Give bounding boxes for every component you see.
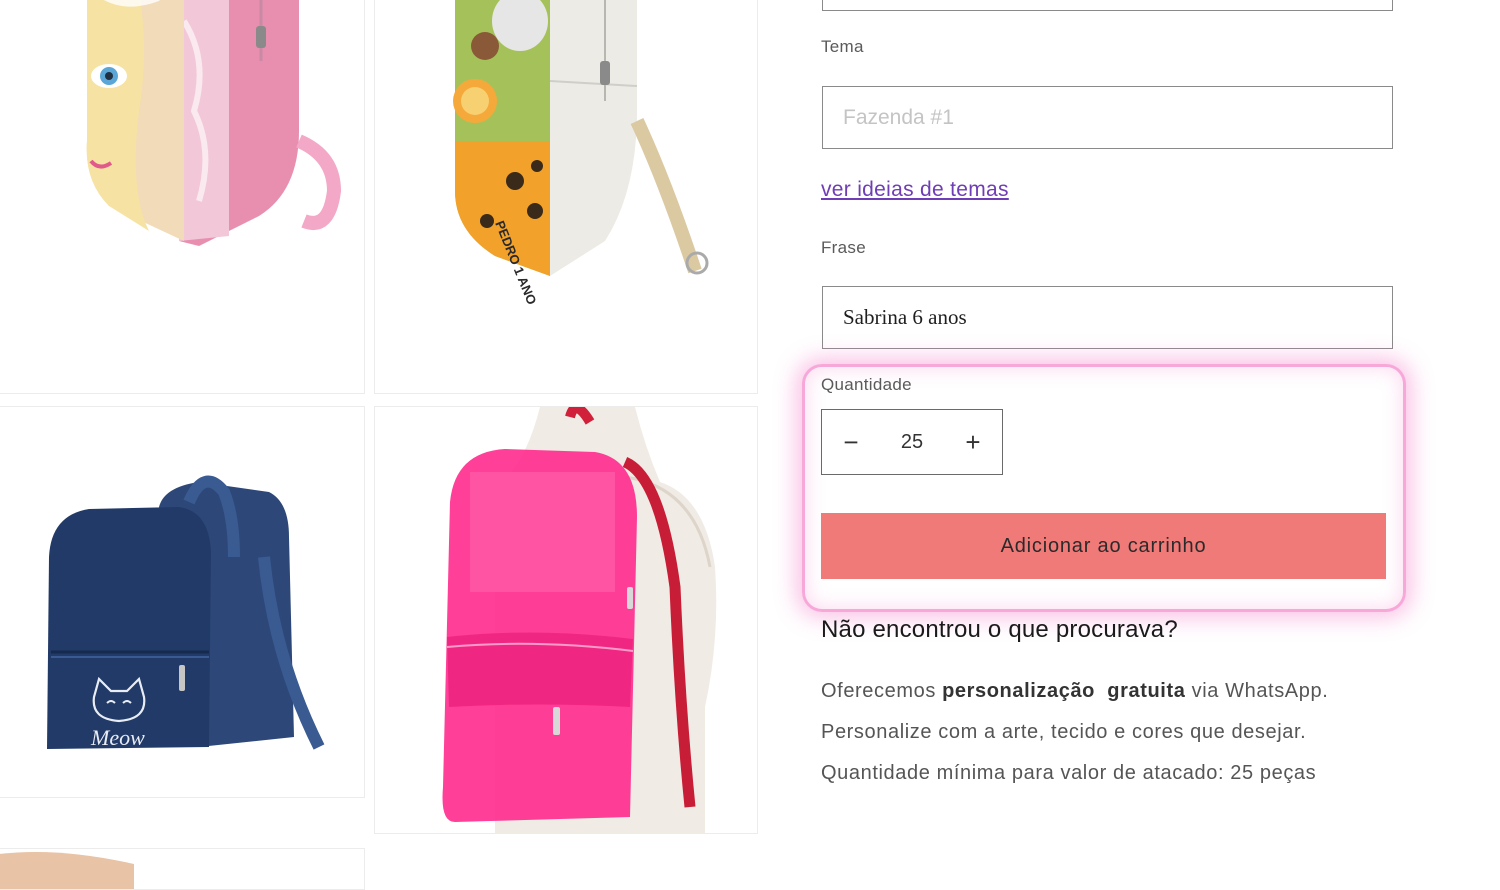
tema-input[interactable]: [822, 86, 1393, 149]
info-line-1-post: via WhatsApp.: [1185, 680, 1329, 702]
bag-meow-text: Meow: [90, 725, 145, 750]
frase-label: Frase: [821, 238, 866, 257]
product-image-barbie-backpack[interactable]: [0, 0, 365, 394]
info-line-1-pre: Oferecemos: [821, 680, 943, 702]
not-found-heading: Não encontrou o que procurava?: [821, 616, 1178, 643]
frase-input[interactable]: [822, 286, 1393, 349]
info-line-3: Quantidade mínima para valor de atacado:…: [821, 762, 1317, 784]
tema-label: Tema: [821, 37, 864, 56]
product-image-pink-transparent-backpack[interactable]: [374, 406, 758, 834]
info-line-1-bold: personalização gratuita: [942, 680, 1186, 702]
add-to-cart-button[interactable]: Adicionar ao carrinho: [821, 513, 1386, 579]
quantity-value[interactable]: 25: [880, 410, 944, 474]
theme-ideas-link[interactable]: ver ideias de temas: [821, 178, 1009, 202]
info-line-2: Personalize com a arte, tecido e cores q…: [821, 721, 1307, 743]
product-image-partial[interactable]: [0, 848, 365, 890]
quantity-decrease-button[interactable]: −: [822, 410, 880, 474]
quantity-increase-button[interactable]: +: [944, 410, 1002, 474]
previous-field-bottom[interactable]: [822, 0, 1393, 11]
frase-input-text[interactable]: [823, 287, 1392, 348]
quantity-label: Quantidade: [821, 375, 912, 394]
quantity-stepper: − 25 +: [821, 409, 1003, 475]
add-to-cart-label: Adicionar ao carrinho: [1000, 534, 1207, 557]
info-line-1: Oferecemos personalização gratuita via W…: [821, 680, 1328, 703]
product-image-safari-backpack[interactable]: PEDRO 1 ANO: [374, 0, 758, 394]
product-image-navy-meow-backpack[interactable]: Meow: [0, 406, 365, 798]
tema-input-text[interactable]: [823, 87, 1392, 148]
